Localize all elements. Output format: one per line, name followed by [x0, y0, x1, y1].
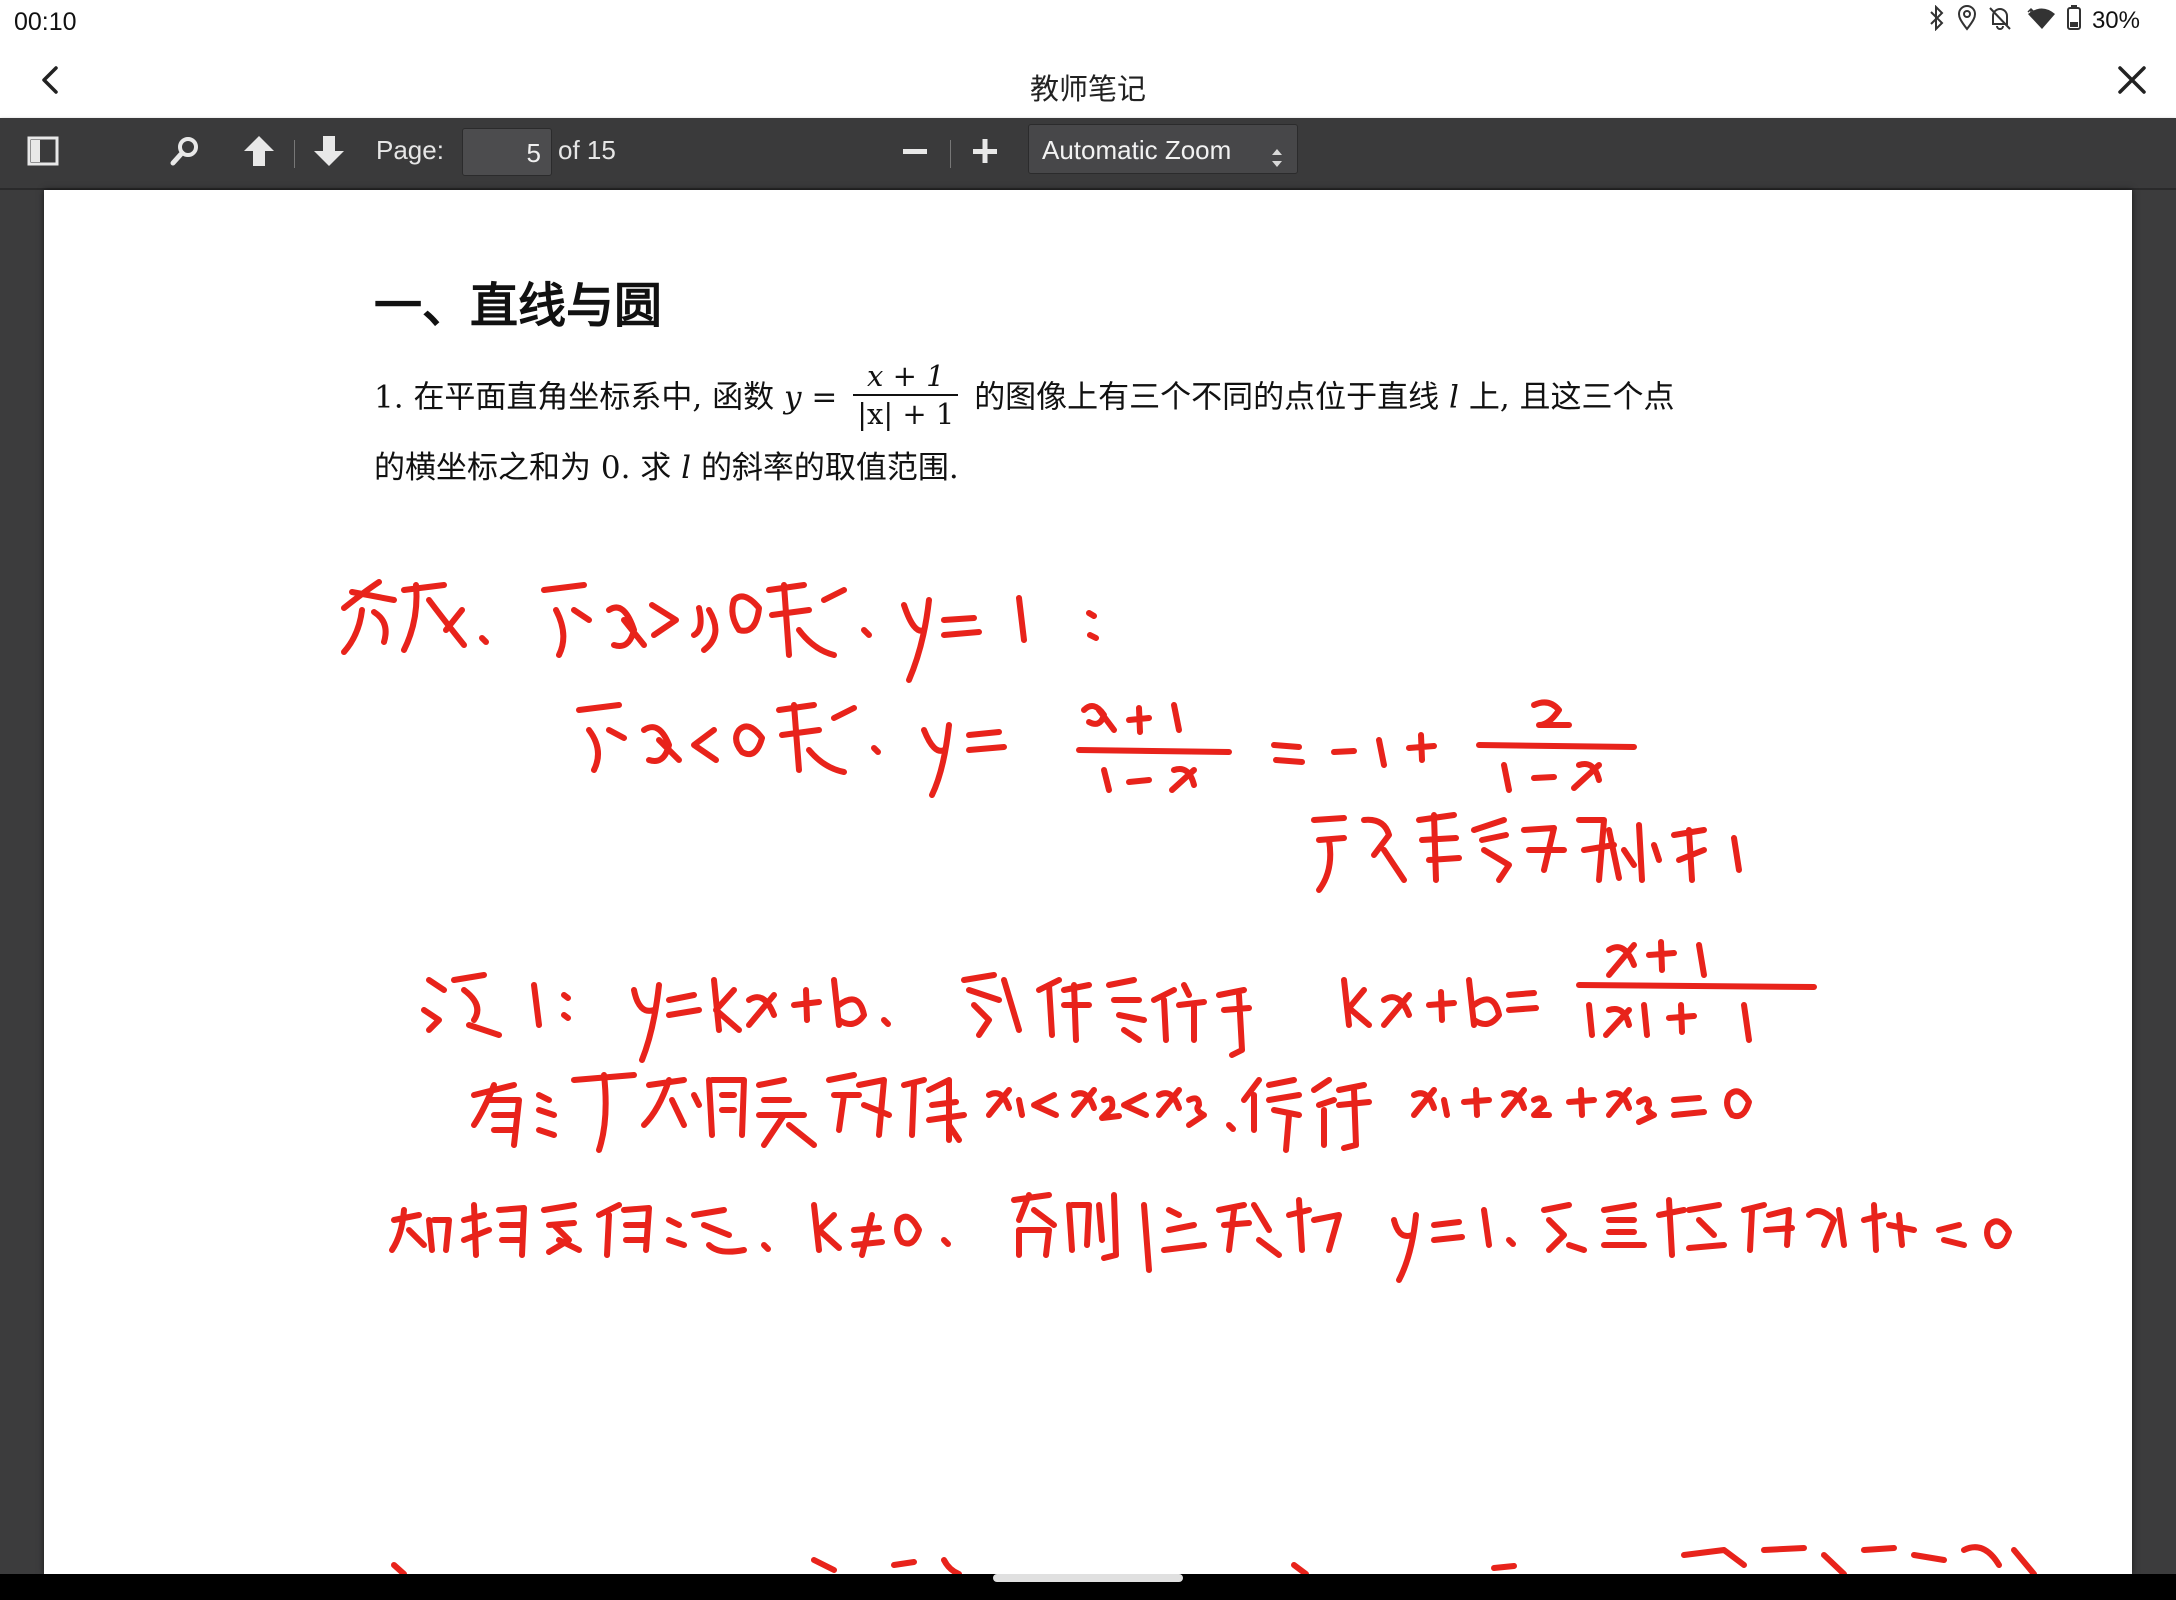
battery-icon	[2066, 4, 2082, 38]
handwritten-annotations	[341, 579, 2037, 1574]
bluetooth-icon	[1928, 4, 1946, 38]
close-icon	[2110, 66, 2154, 106]
zoom-select[interactable]: Automatic Zoom	[1028, 124, 1298, 174]
handwriting-line-2	[576, 699, 1637, 798]
search-button[interactable]	[162, 130, 208, 176]
toolbar-separator	[294, 140, 295, 168]
previous-page-button[interactable]	[236, 130, 282, 176]
page-number-input[interactable]: 5	[462, 128, 552, 176]
handwriting-line-1	[341, 579, 1099, 683]
navigation-bar	[0, 1574, 2176, 1600]
close-button[interactable]	[2110, 58, 2154, 102]
title-bar: 教师笔记	[0, 44, 2176, 119]
page-count: of 15	[558, 135, 616, 165]
pdf-toolbar: Page: 5 of 15 Automatic Zoom	[0, 118, 2176, 190]
notifications-off-icon	[1988, 5, 2012, 38]
handwriting-line-4	[421, 939, 1817, 1063]
next-page-icon	[312, 134, 346, 173]
handwriting-line-5	[471, 1072, 1752, 1153]
zoom-out-button[interactable]	[892, 130, 938, 176]
handwriting-line-7-partial	[391, 1544, 2037, 1574]
search-icon	[168, 134, 202, 173]
previous-page-icon	[242, 134, 276, 173]
page-label: Page:	[376, 135, 444, 165]
wifi-icon	[2022, 5, 2056, 38]
sidebar-toggle-button[interactable]	[20, 130, 66, 176]
status-bar: 00:10 30%	[0, 0, 2176, 44]
zoom-value: Automatic Zoom	[1042, 135, 1232, 165]
handwriting-line-3	[1311, 812, 1742, 893]
next-page-button[interactable]	[306, 130, 352, 176]
status-time: 00:10	[14, 8, 77, 36]
status-icons: 30%	[1928, 4, 2140, 38]
handwriting-line-6	[389, 1192, 2012, 1283]
toolbar-separator	[950, 140, 951, 168]
zoom-in-icon	[970, 136, 1000, 171]
pdf-viewer[interactable]: 一、直线与圆 1. 在平面直角坐标系中, 函数 y = x + 1 |x| + …	[0, 190, 2176, 1574]
sidebar-toggle-icon	[27, 136, 59, 171]
zoom-out-icon	[900, 136, 930, 171]
zoom-in-button[interactable]	[962, 130, 1008, 176]
home-gesture-handle[interactable]	[993, 1574, 1183, 1582]
document-title: 教师笔记	[1029, 72, 1146, 106]
pdf-page: 一、直线与圆 1. 在平面直角坐标系中, 函数 y = x + 1 |x| + …	[44, 190, 2132, 1574]
select-caret-icon	[1271, 137, 1283, 167]
battery-percent: 30%	[2091, 7, 2140, 34]
location-icon	[1956, 4, 1978, 38]
